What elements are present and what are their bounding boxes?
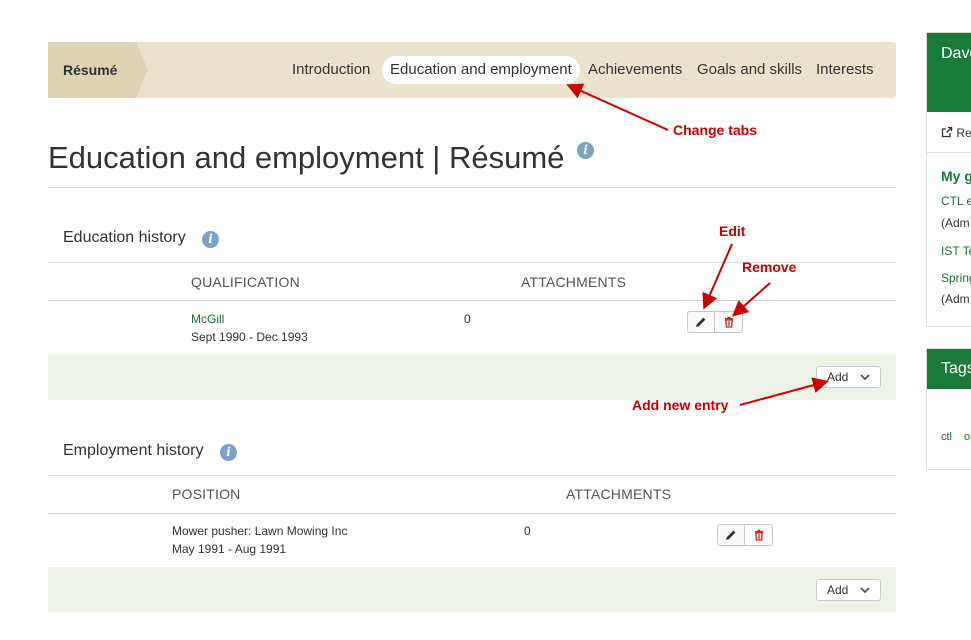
group-role: (Adm <box>941 292 970 306</box>
edit-arrow <box>702 243 733 310</box>
group-link[interactable]: IST Te <box>941 244 971 258</box>
profile-name[interactable]: Dave <box>927 33 971 112</box>
group-link[interactable]: CTL e <box>941 194 971 208</box>
external-link-icon <box>941 126 953 138</box>
group-role: (Adm <box>941 216 970 230</box>
divider <box>927 152 971 153</box>
profile-link[interactable]: Re <box>941 126 971 140</box>
profile-card: Dave Re My g CTL e (Adm IST Te Spring (A… <box>926 32 971 327</box>
annotation-remove: Remove <box>742 259 797 275</box>
tag-link[interactable]: ctl <box>941 431 952 443</box>
annotation-edit: Edit <box>719 223 746 239</box>
tag-link[interactable]: o <box>964 431 970 443</box>
remove-arrow <box>732 282 771 317</box>
my-groups-heading: My g <box>941 168 971 184</box>
profile-link-label: Re <box>956 126 971 140</box>
annotation-add-new-entry: Add new entry <box>632 397 729 413</box>
add-entry-arrow <box>739 377 829 406</box>
change-tabs-arrow <box>566 83 669 131</box>
annotation-change-tabs: Change tabs <box>673 122 758 138</box>
group-link[interactable]: Spring <box>941 271 971 285</box>
tags-heading: Tags <box>927 349 971 389</box>
tags-card: Tags ctl o <box>926 348 971 470</box>
annotation-arrows <box>566 83 829 406</box>
